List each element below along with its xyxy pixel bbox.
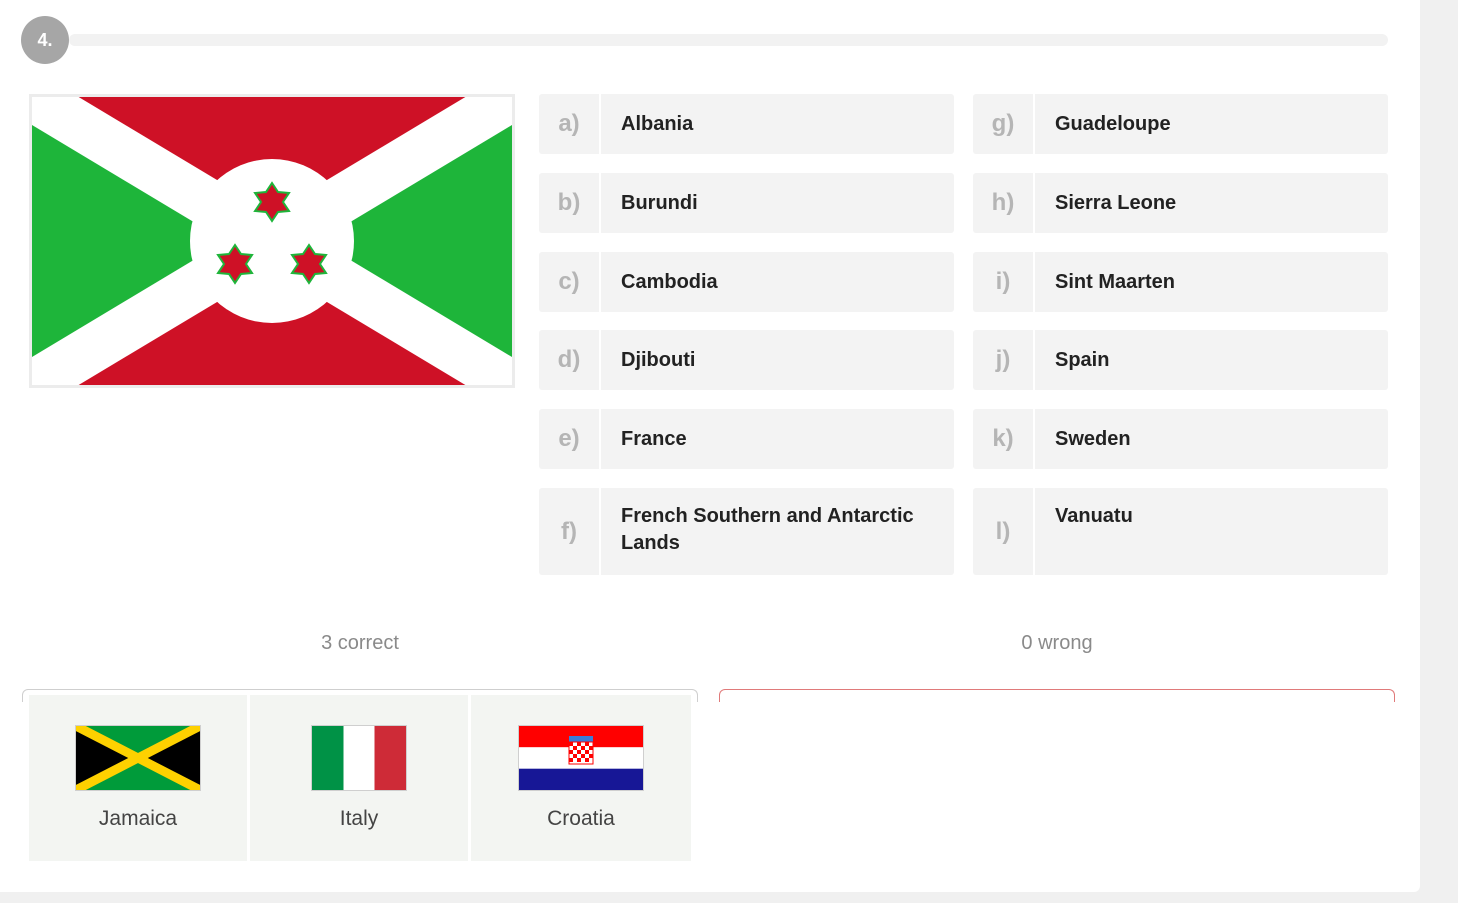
option-letter: h) <box>973 173 1035 233</box>
correct-count: 3 correct <box>321 632 399 654</box>
option-letter: g) <box>973 94 1035 154</box>
option-label: Cambodia <box>621 270 718 293</box>
burundi-flag-icon <box>29 94 515 388</box>
quiz-card: 4. a) Albania b) Burundi c) Cambodia d) <box>0 0 1420 892</box>
correct-item-jamaica: Jamaica <box>29 695 247 861</box>
option-letter: b) <box>539 173 601 233</box>
option-letter: e) <box>539 409 601 469</box>
correct-item-croatia: Croatia <box>471 695 691 861</box>
option-letter: j) <box>973 330 1035 390</box>
option-i[interactable]: i) Sint Maarten <box>973 252 1388 312</box>
option-letter: l) <box>973 488 1035 575</box>
option-e[interactable]: e) France <box>539 409 954 469</box>
correct-item-name: Italy <box>339 807 379 830</box>
croatia-flag-icon <box>518 725 644 791</box>
wrong-panel <box>719 689 1395 702</box>
correct-item-italy: Italy <box>250 695 468 861</box>
option-g[interactable]: g) Guadeloupe <box>973 94 1388 154</box>
option-label: Sierra Leone <box>1055 191 1177 214</box>
option-k[interactable]: k) Sweden <box>973 409 1388 469</box>
option-b[interactable]: b) Burundi <box>539 173 954 233</box>
option-f[interactable]: f) French Southern and Antarctic Lands <box>539 488 954 575</box>
option-h[interactable]: h) Sierra Leone <box>973 173 1388 233</box>
option-label: Djibouti <box>621 348 696 371</box>
option-letter: a) <box>539 94 601 154</box>
option-letter: k) <box>973 409 1035 469</box>
option-a[interactable]: a) Albania <box>539 94 954 154</box>
option-label: France <box>621 427 687 450</box>
option-letter: i) <box>973 252 1035 312</box>
option-label: Spain <box>1055 348 1110 371</box>
option-d[interactable]: d) Djibouti <box>539 330 954 390</box>
option-letter: c) <box>539 252 601 312</box>
jamaica-flag-icon <box>75 725 201 791</box>
option-label: Guadeloupe <box>1055 112 1171 135</box>
option-l[interactable]: l) Vanuatu <box>973 488 1388 575</box>
correct-item-name: Croatia <box>547 807 615 830</box>
question-number-badge: 4. <box>21 16 69 64</box>
option-label: Sint Maarten <box>1055 270 1176 293</box>
option-label: Vanuatu <box>1055 505 1133 527</box>
option-label: Burundi <box>621 191 698 214</box>
option-label: Albania <box>621 112 694 135</box>
option-label: Sweden <box>1055 427 1131 450</box>
italy-flag-icon <box>311 725 407 791</box>
option-letter: d) <box>539 330 601 390</box>
option-j[interactable]: j) Spain <box>973 330 1388 390</box>
option-label: French Southern and Antarctic Lands <box>621 505 914 554</box>
progress-bar <box>69 34 1388 46</box>
option-c[interactable]: c) Cambodia <box>539 252 954 312</box>
correct-item-name: Jamaica <box>98 807 178 830</box>
option-letter: f) <box>539 488 601 575</box>
wrong-count: 0 wrong <box>1021 632 1093 654</box>
